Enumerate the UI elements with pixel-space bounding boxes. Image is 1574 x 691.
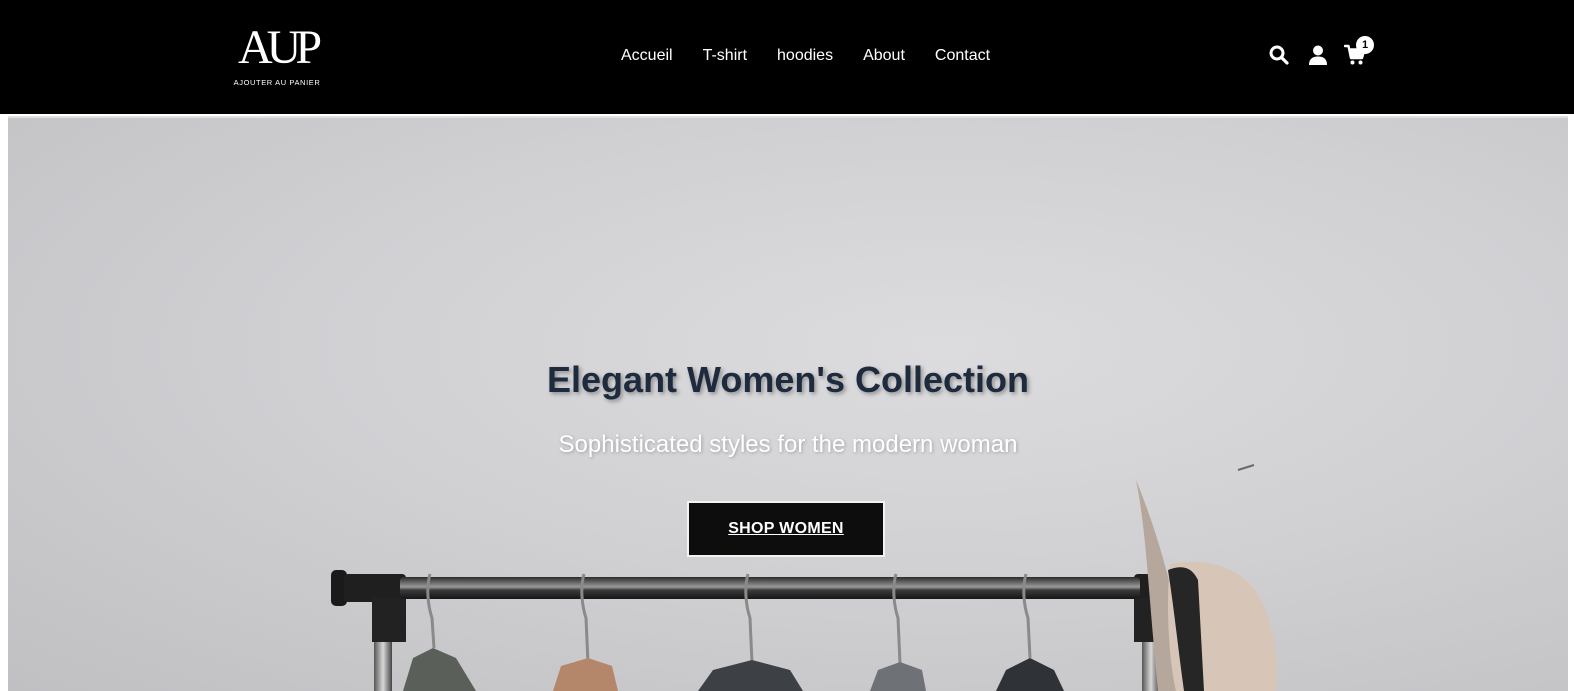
logo-subtitle: AJOUTER AU PANIER <box>233 78 321 87</box>
brand-logo[interactable]: AUP AJOUTER AU PANIER <box>231 22 323 88</box>
nav-item-accueil[interactable]: Accueil <box>621 46 673 66</box>
nav-item-tshirt[interactable]: T-shirt <box>703 46 747 66</box>
search-icon[interactable] <box>1268 44 1290 66</box>
site-header: AUP AJOUTER AU PANIER Accueil T-shirt ho… <box>0 0 1574 114</box>
shop-women-button[interactable]: SHOP WOMEN <box>687 501 885 557</box>
main-nav: Accueil T-shirt hoodies About Contact <box>621 46 990 66</box>
logo-mark: AUP <box>237 21 322 74</box>
user-icon[interactable] <box>1307 44 1329 66</box>
nav-item-about[interactable]: About <box>863 46 905 66</box>
hero-title: Elegant Women's Collection <box>547 359 1029 400</box>
hero-banner: Elegant Women's Collection Sophisticated… <box>8 116 1568 691</box>
clothing-rack-image <box>331 464 1277 691</box>
nav-item-contact[interactable]: Contact <box>935 46 990 66</box>
cart-count-badge: 1 <box>1356 36 1374 54</box>
hero-subtitle: Sophisticated styles for the modern woma… <box>558 431 1018 458</box>
nav-item-hoodies[interactable]: hoodies <box>777 46 833 66</box>
